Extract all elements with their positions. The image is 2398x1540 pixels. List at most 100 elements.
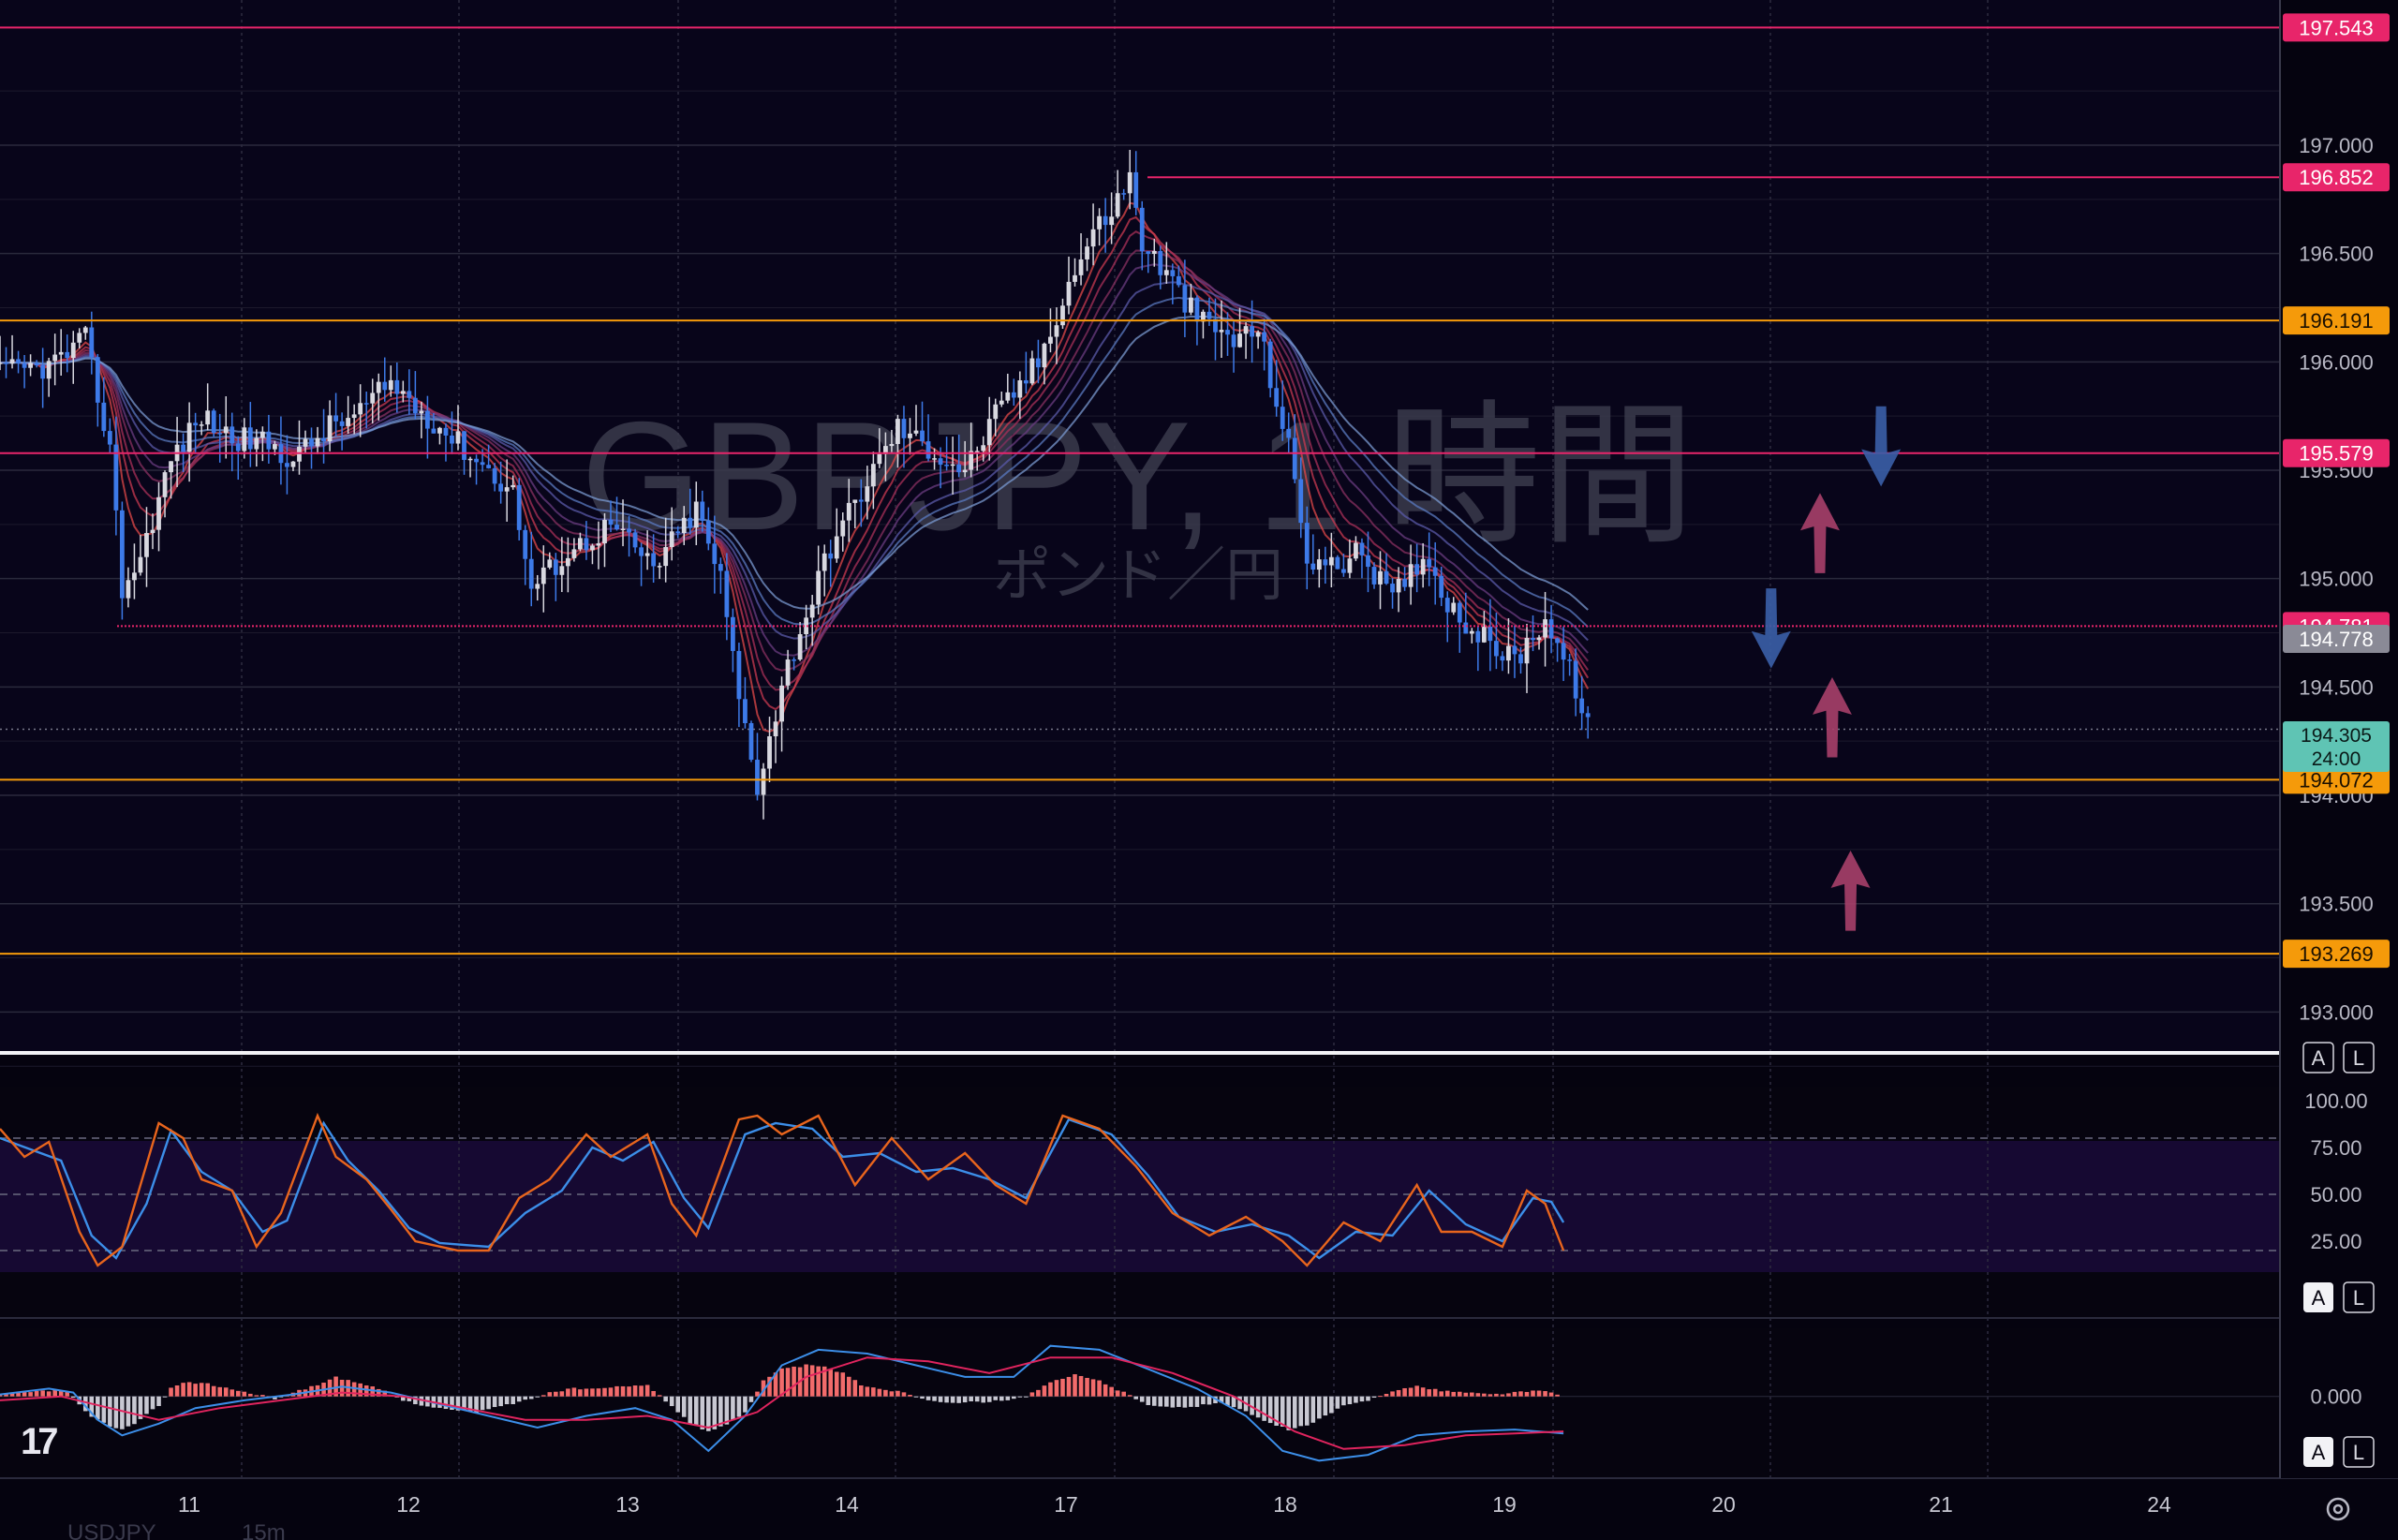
macd-histogram-bar [1292, 1396, 1297, 1429]
candle-body [1506, 645, 1511, 661]
candle-body [1194, 297, 1200, 322]
macd-histogram-bar [554, 1391, 558, 1397]
candle-body [480, 462, 485, 466]
candle-body [28, 363, 33, 368]
candle-body [1500, 656, 1505, 661]
candle-body [1011, 392, 1016, 398]
watermark-symbol: GBPJPY, 1 時間 [581, 390, 1695, 562]
macd-histogram-bar [1005, 1396, 1011, 1400]
candle-body [120, 510, 125, 599]
macd-histogram-bar [920, 1396, 925, 1399]
candle-body [693, 501, 699, 528]
stoch-tick-label: 75.00 [2310, 1136, 2361, 1160]
macd-histogram-bar [804, 1364, 808, 1397]
candle-body [1347, 558, 1353, 573]
candle-body [492, 467, 497, 484]
macd-histogram-bar [174, 1385, 180, 1397]
candle-body [816, 570, 822, 605]
macd-histogram-bar [1457, 1391, 1462, 1397]
macd-histogram-bar [1543, 1391, 1547, 1397]
macd-histogram-bar [1518, 1391, 1523, 1397]
macd-histogram-bar [1286, 1396, 1292, 1430]
candle-body [450, 435, 454, 444]
macd-histogram-bar [731, 1396, 735, 1421]
macd-histogram-bar [792, 1366, 796, 1397]
candle-body [1280, 407, 1285, 429]
macd-histogram-bar [846, 1376, 851, 1397]
candle-body [1048, 336, 1053, 344]
candle-body [999, 400, 1004, 405]
macd-histogram-bar [437, 1396, 442, 1408]
macd-histogram-bar [1329, 1396, 1334, 1414]
candle-body [901, 419, 907, 438]
macd-histogram-bar [511, 1396, 515, 1405]
macd-histogram-bar [1078, 1375, 1084, 1397]
pane-separator-main[interactable] [0, 1051, 2280, 1055]
candle-body [425, 410, 430, 429]
candle-body [339, 421, 345, 426]
candle-body [1292, 437, 1297, 480]
candle-body [504, 487, 510, 492]
chart-canvas[interactable]: GBPJPY, 1 時間 ポンド／円 197.000 196.500 196.000… [0, 0, 2398, 1540]
tradingview-logo[interactable]: 17 [21, 1421, 61, 1462]
time-tick-label: 13 [615, 1492, 640, 1517]
time-tick-label: 14 [835, 1492, 859, 1517]
macd-histogram-bar [1298, 1396, 1304, 1427]
macd-histogram-bar [1531, 1390, 1535, 1397]
candle-body [419, 410, 424, 414]
candle-body [1054, 325, 1059, 337]
candle-body [614, 525, 619, 530]
macd-histogram-bar [199, 1383, 204, 1397]
candle-body [1139, 207, 1145, 252]
candle-body [1579, 698, 1585, 714]
candle-body [65, 351, 70, 359]
macd-histogram-bar [571, 1387, 577, 1397]
candle-body [632, 532, 638, 548]
candle-body [474, 458, 479, 463]
macd-histogram-bar [1164, 1396, 1169, 1407]
candle-body [1585, 713, 1591, 718]
candle-body [779, 685, 784, 722]
macd-histogram-bar [614, 1385, 619, 1397]
macd-histogram-bar [181, 1383, 185, 1397]
macd-histogram-bar [205, 1383, 210, 1397]
macd-histogram-bar [1341, 1396, 1346, 1406]
macd-histogram-bar [1470, 1392, 1474, 1397]
candle-body [1176, 275, 1181, 286]
macd-histogram-bar [1304, 1396, 1310, 1426]
candle-body [688, 517, 693, 528]
candle-body [205, 410, 211, 425]
candle-body [846, 502, 851, 521]
macd-histogram-bar [1133, 1396, 1139, 1399]
candle-body [370, 392, 376, 404]
candle-body [95, 357, 100, 403]
candle-body [767, 736, 772, 769]
candle-body [34, 363, 39, 366]
candle-body [259, 431, 265, 438]
candle-body [1371, 567, 1377, 585]
candle-body [675, 531, 681, 534]
macd-histogram-bar [1121, 1391, 1126, 1397]
candle-body [809, 604, 815, 618]
macd-histogram-bar [156, 1396, 161, 1406]
candle-body [993, 404, 999, 420]
candle-body [9, 359, 15, 364]
candle-body [748, 723, 754, 761]
macd-histogram-bar [901, 1392, 907, 1397]
secondary-symbol: USDJPY [67, 1520, 156, 1540]
candle-body [144, 532, 149, 557]
watermark-description: ポンド／円 [993, 543, 1283, 608]
macd-histogram-bar [1536, 1390, 1542, 1397]
macd-histogram-bar [1335, 1396, 1340, 1409]
candle-body [273, 444, 277, 450]
candle-body [199, 424, 204, 426]
candle-body [1481, 626, 1487, 643]
macd-histogram-bar [1170, 1396, 1176, 1408]
candle-body [1146, 251, 1151, 254]
candle-body [712, 543, 718, 565]
macd-histogram-bar [596, 1388, 601, 1397]
macd-histogram-bar [523, 1396, 528, 1400]
macd-histogram-bar [193, 1384, 198, 1397]
candle-body [584, 538, 589, 551]
candle-body [1366, 555, 1370, 568]
